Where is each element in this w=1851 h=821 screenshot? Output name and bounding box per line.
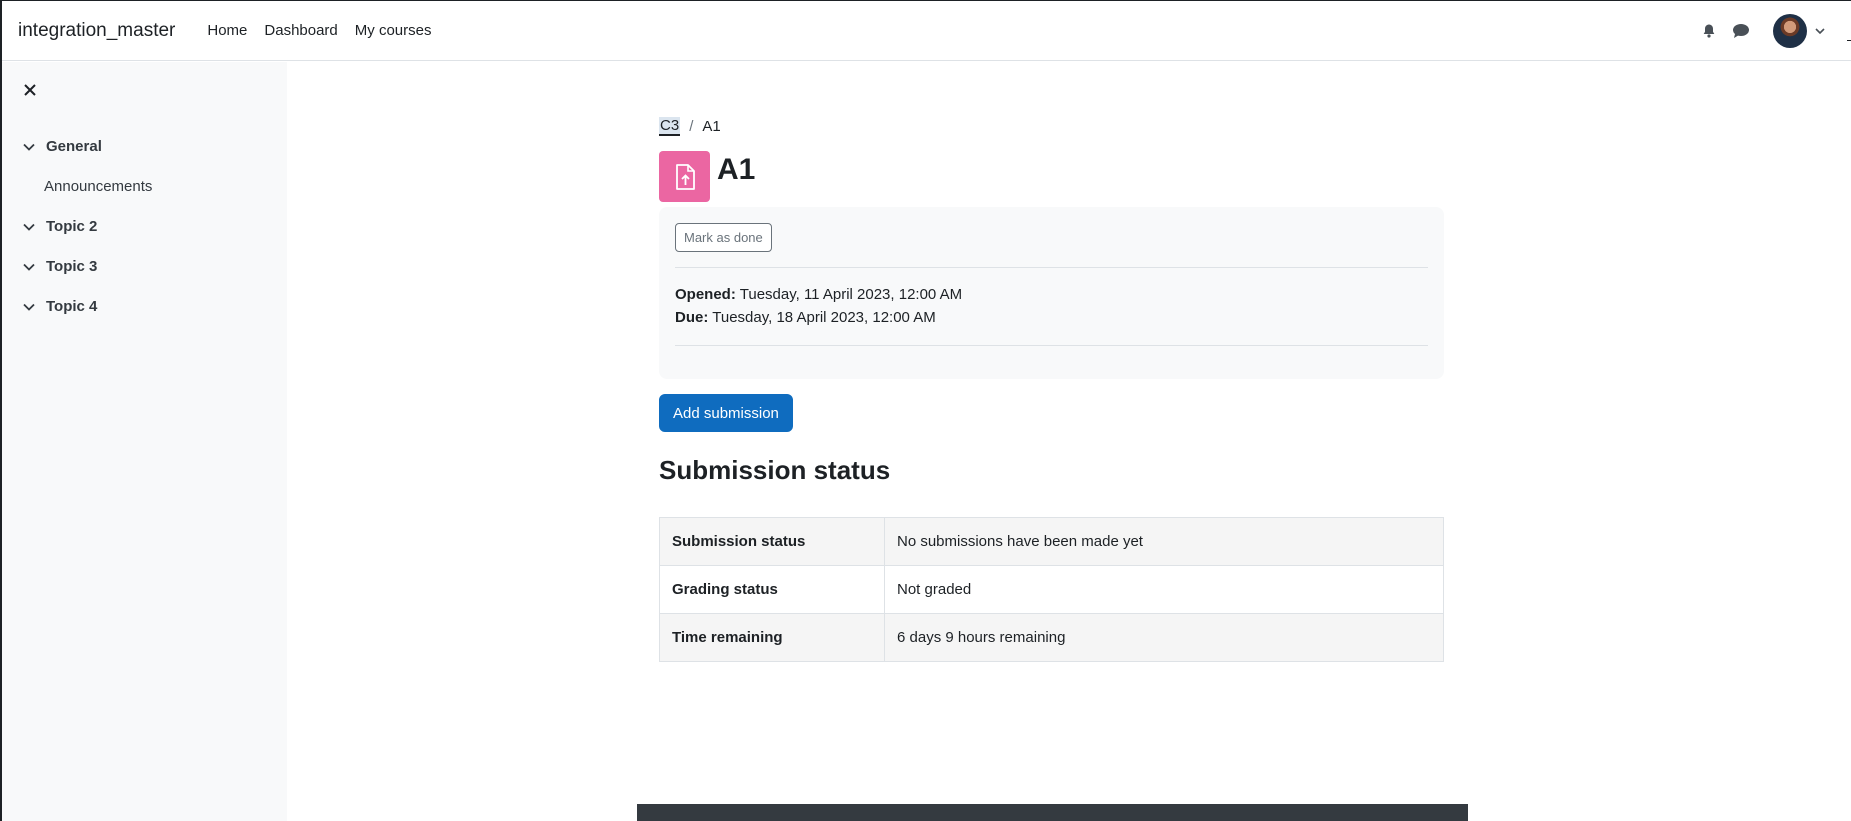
top-navbar: integration_master Home Dashboard My cou… (2, 1, 1851, 61)
avatar[interactable] (1773, 14, 1807, 48)
opened-date: Opened: Tuesday, 11 April 2023, 12:00 AM (675, 286, 962, 303)
due-date: Due: Tuesday, 18 April 2023, 12:00 AM (675, 309, 936, 326)
file-upload-icon (659, 151, 710, 202)
site-brand[interactable]: integration_master (18, 20, 175, 42)
chat-bubble-icon[interactable] (1731, 21, 1751, 41)
row-label: Grading status (659, 565, 885, 614)
user-nav (1699, 1, 1851, 61)
section-label: Topic 3 (46, 258, 98, 275)
table-row: Grading status Not graded (659, 565, 1444, 614)
row-label: Submission status (659, 517, 885, 566)
section-label: Topic 2 (46, 218, 98, 235)
breadcrumb-course-link[interactable]: C3 (659, 117, 681, 136)
nav-dashboard[interactable]: Dashboard (264, 22, 337, 39)
chevron-down-icon[interactable] (22, 260, 36, 274)
submission-status-heading: Submission status (659, 455, 891, 485)
section-topic-4[interactable]: Topic 4 (22, 298, 97, 315)
page-footer (637, 804, 1468, 821)
section-general[interactable]: General (22, 138, 102, 155)
close-icon[interactable] (21, 81, 39, 99)
edge-divider (1847, 40, 1851, 41)
due-label: Due: (675, 309, 709, 326)
breadcrumb-current: A1 (702, 118, 721, 135)
breadcrumb: C3 / A1 (659, 117, 721, 136)
divider (675, 267, 1428, 268)
chevron-down-icon[interactable] (22, 220, 36, 234)
page-title: A1 (717, 153, 756, 186)
row-value: No submissions have been made yet (884, 517, 1444, 566)
due-value: Tuesday, 18 April 2023, 12:00 AM (712, 309, 936, 326)
table-row: Submission status No submissions have be… (659, 517, 1444, 566)
opened-value: Tuesday, 11 April 2023, 12:00 AM (739, 286, 963, 303)
course-index-drawer: General Announcements Topic 2 Topic 3 To… (2, 62, 287, 821)
chevron-down-icon[interactable] (1813, 24, 1827, 38)
chevron-down-icon[interactable] (22, 140, 36, 154)
nav-home[interactable]: Home (207, 22, 247, 39)
section-topic-2[interactable]: Topic 2 (22, 218, 97, 235)
breadcrumb-separator: / (689, 118, 694, 135)
mark-as-done-button[interactable]: Mark as done (675, 223, 772, 252)
nav-my-courses[interactable]: My courses (355, 22, 432, 39)
activity-info-box: Mark as done Opened: Tuesday, 11 April 2… (659, 207, 1444, 379)
section-label: General (46, 138, 102, 155)
row-value: Not graded (884, 565, 1444, 614)
add-submission-button[interactable]: Add submission (659, 394, 793, 432)
submission-status-table: Submission status No submissions have be… (659, 517, 1444, 662)
section-topic-3[interactable]: Topic 3 (22, 258, 97, 275)
sidebar-item-announcements[interactable]: Announcements (44, 178, 152, 195)
divider (675, 345, 1428, 346)
chevron-down-icon[interactable] (22, 300, 36, 314)
bell-icon[interactable] (1699, 21, 1719, 41)
opened-label: Opened: (675, 286, 736, 303)
row-label: Time remaining (659, 613, 885, 662)
table-row: Time remaining 6 days 9 hours remaining (659, 613, 1444, 662)
section-label: Topic 4 (46, 298, 98, 315)
row-value: 6 days 9 hours remaining (884, 613, 1444, 662)
